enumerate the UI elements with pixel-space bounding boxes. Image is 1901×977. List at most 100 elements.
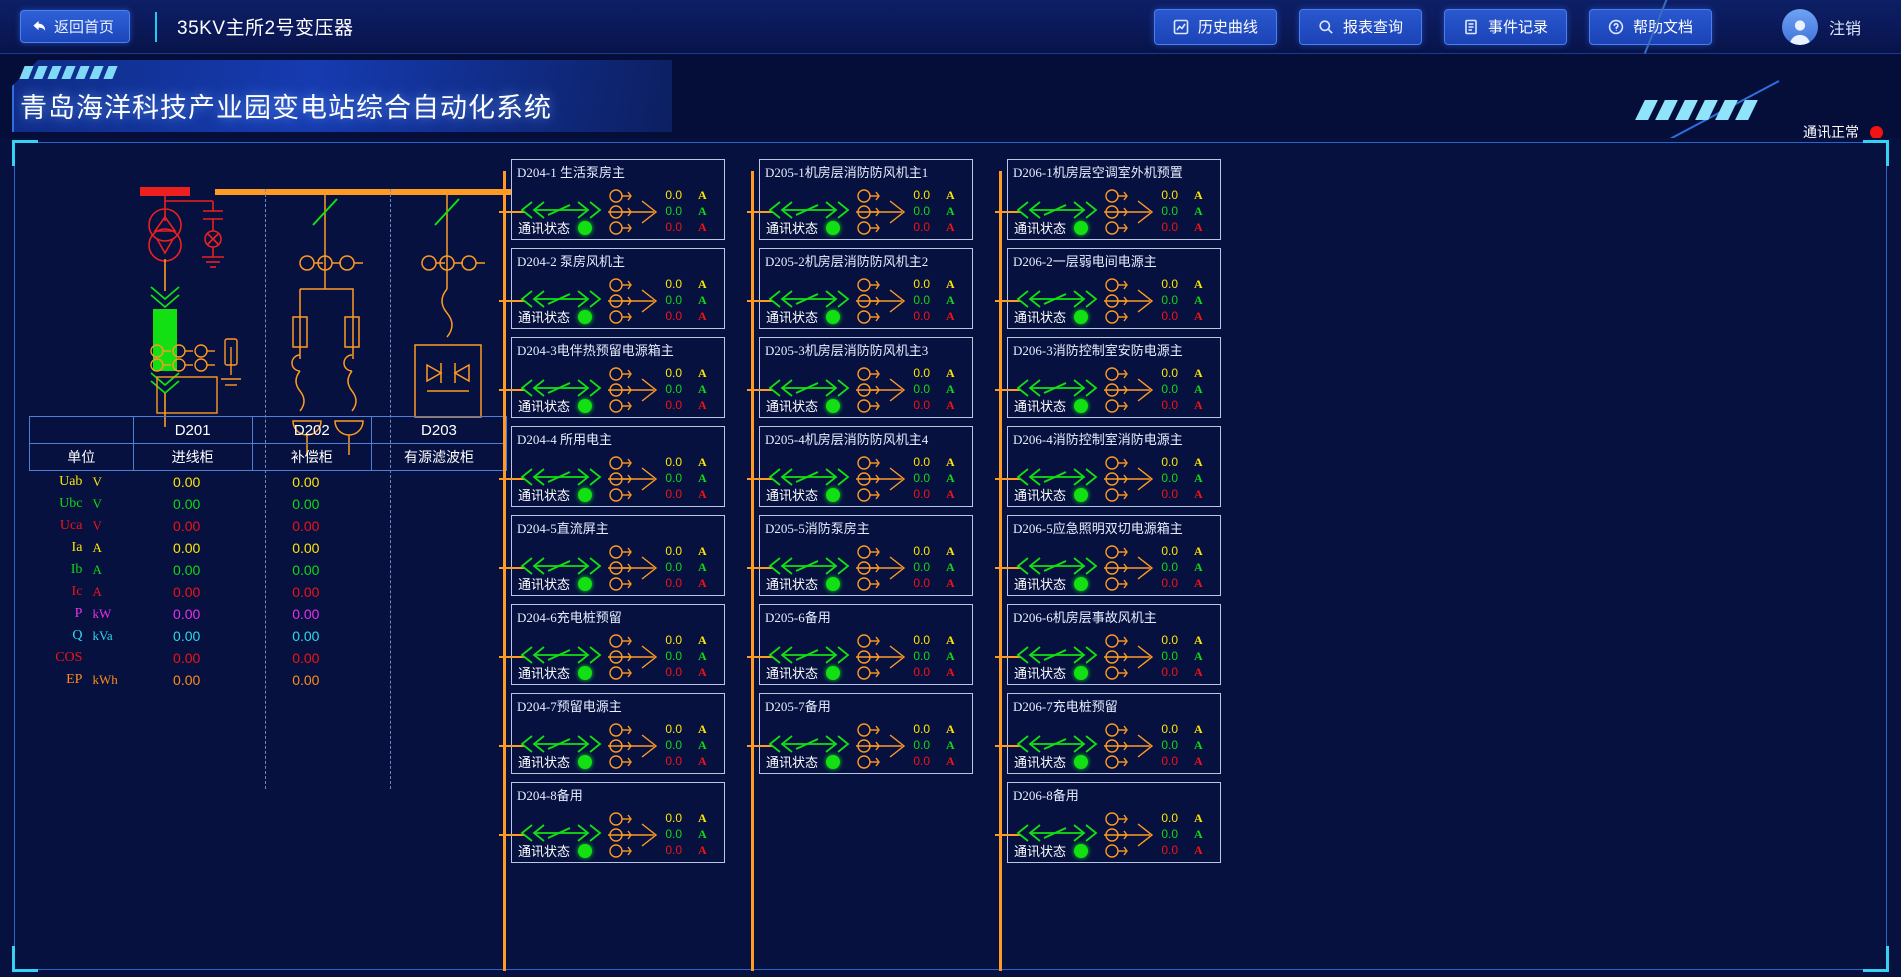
row-unit: kW [92, 606, 112, 621]
user-area[interactable]: 注销 [1781, 8, 1891, 45]
feeder-card[interactable]: D206-1机房层空调室外机预置 0.0 0.0 0.0 A A A 通讯状态 [995, 159, 1221, 240]
feeder-card-title: D206-5应急照明双切电源箱主 [1013, 521, 1183, 536]
phase-value: 0.0 [913, 366, 930, 380]
feeder-card[interactable]: D204-3电伴热预留电源箱主 0.0 0.0 0.0 A A A 通讯状态 [499, 337, 725, 418]
comm-status-label: 通讯状态 [766, 310, 819, 325]
feeder-card[interactable]: D204-7预留电源主 0.0 0.0 0.0 A A A 通讯状态 [499, 693, 725, 774]
corner-decor-bl [12, 946, 38, 972]
comm-status-label: 通讯状态 [1014, 844, 1067, 859]
feeder-card-body: 0.0 0.0 0.0 A A A 通讯状态 [499, 181, 724, 239]
comm-status-label: 通讯状态 [1014, 310, 1067, 325]
phase-current-units: AAA [698, 543, 707, 591]
event-record-button[interactable]: 事件记录 [1443, 8, 1567, 45]
feeder-card[interactable]: D205-4机房层消防防风机主4 0.0 0.0 0.0 A A A 通讯状态 [747, 426, 973, 507]
phase-current-values: 0.0 0.0 0.0 [1148, 454, 1178, 502]
feeder-card[interactable]: D205-2机房层消防防风机主2 0.0 0.0 0.0 A A A 通讯状态 [747, 248, 973, 329]
home-button[interactable]: 返回首页 [20, 10, 131, 43]
feeder-card[interactable]: D204-5直流屏主 0.0 0.0 0.0 A A A 通讯状态 [499, 515, 725, 596]
cell-d201: 0.00 [173, 518, 201, 534]
cell-d202: 0.00 [292, 540, 320, 556]
comm-status-row: 通讯状态 [518, 752, 593, 771]
feeder-card[interactable]: D205-1机房层消防防风机主1 0.0 0.0 0.0 A A A 通讯状态 [747, 159, 973, 240]
phase-unit: A [946, 220, 955, 234]
phase-unit: A [1194, 843, 1203, 857]
phase-unit: A [946, 366, 955, 380]
feeder-card[interactable]: D206-5应急照明双切电源箱主 0.0 0.0 0.0 A A A 通讯状态 [995, 515, 1221, 596]
phase-unit: A [946, 277, 955, 291]
comm-status-label: 通讯状态 [766, 577, 819, 592]
table-row-header: Ib A [30, 559, 134, 581]
table-row-header: PkW [30, 603, 134, 625]
system-banner: 青岛海洋科技产业园变电站综合自动化系统 高压35-10kV配电 35主所低压1 … [0, 54, 1901, 138]
comm-status-dot-icon [826, 754, 841, 769]
cell-d203 [371, 603, 506, 625]
phase-current-values: 0.0 0.0 0.0 [900, 276, 930, 324]
table-row-header: Ia A [30, 537, 134, 559]
feeder-card[interactable]: D205-3机房层消防防风机主3 0.0 0.0 0.0 A A A 通讯状态 [747, 337, 973, 418]
feeder-card[interactable]: D206-7充电桩预留 0.0 0.0 0.0 A A A 通讯状态 [995, 693, 1221, 774]
phase-current-values: 0.0 0.0 0.0 [1148, 721, 1178, 769]
feeder-card[interactable]: D205-5消防泵房主 0.0 0.0 0.0 A A A 通讯状态 [747, 515, 973, 596]
feeder-card[interactable]: D206-8备用 0.0 0.0 0.0 A A A 通讯状态 [995, 782, 1221, 863]
row-label: Q [72, 628, 83, 643]
table-row: Uab V 0.00 0.00 [30, 471, 507, 494]
feeder-card[interactable]: D206-6机房层事故风机主 0.0 0.0 0.0 A A A 通讯状态 [995, 604, 1221, 685]
phase-value: 0.0 [913, 544, 930, 558]
phase-value: 0.0 [1161, 576, 1178, 590]
feeder-card[interactable]: D204-1 生活泵房主 0.0 0.0 0.0 A A A 通讯状态 [499, 159, 725, 240]
table-row-header: EP kWh [30, 669, 134, 691]
feeder-card[interactable]: D205-7备用 0.0 0.0 0.0 A A A 通讯状态 [747, 693, 973, 774]
breaker-arrows-bottom [150, 372, 180, 395]
phase-unit: A [946, 455, 955, 469]
phase-value: 0.0 [665, 204, 682, 218]
comm-status-dot-icon [826, 665, 841, 680]
feeder-card[interactable]: D206-3消防控制室安防电源主 0.0 0.0 0.0 A A A 通讯状态 [995, 337, 1221, 418]
feeder-card-body: 0.0 0.0 0.0 A A A 通讯状态 [995, 537, 1220, 595]
cell-d202: 0.00 [292, 672, 320, 688]
feeder-card[interactable]: D204-8备用 0.0 0.0 0.0 A A A 通讯状态 [499, 782, 725, 863]
feeder-card[interactable]: D206-4消防控制室消防电源主 0.0 0.0 0.0 A A A 通讯状态 [995, 426, 1221, 507]
phase-value: 0.0 [1161, 220, 1178, 234]
feeder-card[interactable]: D204-4 所用电主 0.0 0.0 0.0 A A A 通讯状态 [499, 426, 725, 507]
row-unit: V [92, 474, 102, 489]
feeder-card[interactable]: D206-2一层弱电间电源主 0.0 0.0 0.0 A A A 通讯状态 [995, 248, 1221, 329]
phase-value: 0.0 [665, 560, 682, 574]
phase-value: 0.0 [1161, 843, 1178, 857]
comm-status-label: 通讯状态 [1014, 488, 1067, 503]
table-unit-header: 单位 [29, 443, 134, 471]
phase-unit: A [946, 188, 955, 202]
feeder-card-body: 0.0 0.0 0.0 A A A 通讯状态 [747, 448, 972, 506]
row-label: EP [66, 672, 83, 687]
phase-value: 0.0 [913, 220, 930, 234]
phase-unit: A [1194, 277, 1203, 291]
history-curve-button[interactable]: 历史曲线 [1153, 8, 1277, 45]
comm-status-label: 通讯状态 [518, 577, 571, 592]
comm-status-dot-icon [826, 220, 841, 235]
logout-label[interactable]: 注销 [1829, 15, 1861, 39]
feeder-card-body: 0.0 0.0 0.0 A A A 通讯状态 [499, 448, 724, 506]
row-unit: V [92, 496, 102, 511]
phase-value: 0.0 [665, 576, 682, 590]
bay-d203-symbols [414, 193, 485, 418]
comm-normal-dot-icon [1870, 125, 1883, 138]
phase-value: 0.0 [665, 665, 682, 679]
cell-d201: 0.00 [173, 628, 201, 644]
phase-value: 0.0 [913, 204, 930, 218]
feeder-card[interactable]: D204-6充电桩预留 0.0 0.0 0.0 A A A 通讯状态 [499, 604, 725, 685]
comm-status-row: 通讯状态 [518, 218, 593, 237]
report-query-button[interactable]: 报表查询 [1298, 8, 1422, 45]
cell-d201: 0.00 [173, 650, 201, 666]
phase-value: 0.0 [913, 560, 930, 574]
cell-d202: 0.00 [292, 606, 320, 622]
feeder-column-D206: D206-1机房层空调室外机预置 0.0 0.0 0.0 A A A 通讯状态 D206-2一层… [995, 159, 1221, 971]
phase-value: 0.0 [665, 293, 682, 307]
phase-value: 0.0 [913, 649, 930, 663]
feeder-card[interactable]: D205-6备用 0.0 0.0 0.0 A A A 通讯状态 [747, 604, 973, 685]
phase-current-values: 0.0 0.0 0.0 [1148, 632, 1178, 680]
column-riser-line [751, 171, 754, 971]
comm-status-dot-icon [578, 754, 593, 769]
phase-unit: A [946, 722, 955, 736]
feeder-card[interactable]: D204-2 泵房风机主 0.0 0.0 0.0 A A A 通讯状态 [499, 248, 725, 329]
phase-value: 0.0 [665, 366, 682, 380]
row-unit: kVa [92, 628, 113, 643]
